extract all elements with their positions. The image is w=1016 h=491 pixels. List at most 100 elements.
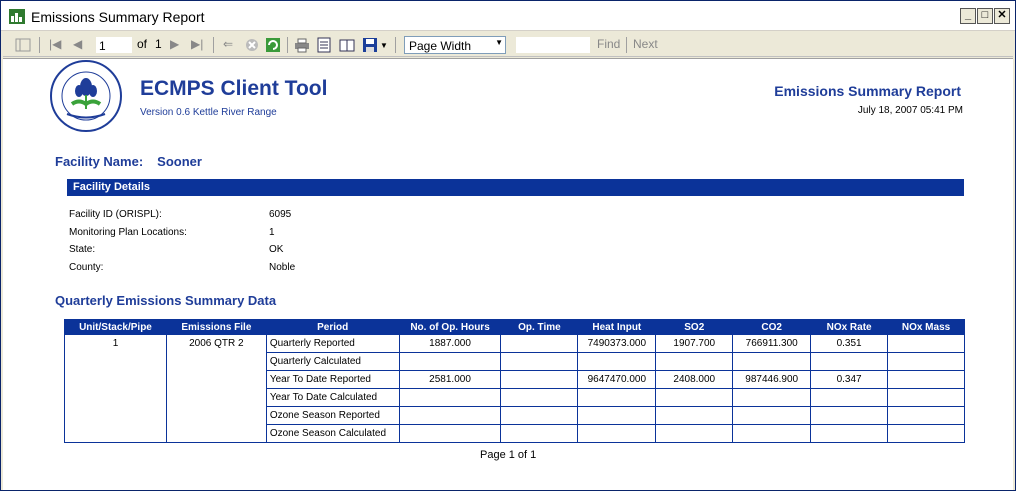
optime-cell [500,370,579,389]
heat-cell [577,424,657,443]
window-title: Emissions Summary Report [31,9,205,25]
back-icon[interactable]: ⇐ [223,37,233,53]
co2-cell [732,388,812,407]
hours-cell: 2581.000 [398,370,502,389]
report-app-icon [9,9,25,24]
close-button[interactable]: ✕ [994,8,1010,24]
period-cell: Year To Date Calculated [265,388,400,407]
detail-value: 1 [269,227,275,238]
period-cell: Quarterly Calculated [265,352,400,371]
heat-cell: 7490373.000 [577,334,657,353]
so2-cell: 2408.000 [655,370,734,389]
so2-cell [655,424,734,443]
maximize-button[interactable]: □ [977,8,993,24]
hours-cell [398,424,502,443]
column-header: Heat Input [577,319,657,335]
report-toolbar: |◀ ◀ 1 of 1 ▶ ▶| ⇐ ▼ Page Width ▼ Find N… [3,33,1013,57]
column-header: SO2 [655,319,734,335]
report-date: July 18, 2007 05:41 PM [857,105,963,116]
report-window: Emissions Summary Report _ □ ✕ |◀ ◀ 1 of… [0,0,1016,491]
previous-page-icon[interactable]: ◀ [73,37,82,53]
stop-icon[interactable] [244,37,260,53]
total-pages: 1 [155,37,162,51]
hours-cell [398,388,502,407]
column-header: NOx Mass [887,319,965,335]
refresh-icon[interactable] [265,37,281,53]
column-header: NOx Rate [810,319,889,335]
title-bar[interactable]: Emissions Summary Report _ □ ✕ [1,1,1015,31]
optime-cell [500,388,579,407]
co2-cell: 987446.900 [732,370,812,389]
page-setup-icon[interactable] [339,37,355,53]
unit-cell: 1 [64,334,167,443]
detail-label: County: [69,262,104,273]
noxmass-cell [887,406,965,425]
save-icon[interactable] [362,37,378,53]
co2-cell [732,352,812,371]
hours-cell [398,352,502,371]
next-page-icon[interactable]: ▶ [170,37,179,53]
heat-cell [577,406,657,425]
heat-cell: 9647470.000 [577,370,657,389]
noxmass-cell [887,388,965,407]
optime-cell [500,424,579,443]
last-page-icon[interactable]: ▶| [191,37,203,53]
facility-name-label: Facility Name: [55,154,144,169]
epa-seal-logo [50,60,122,132]
facility-name-value: Sooner [157,154,202,169]
column-header: CO2 [732,319,812,335]
page-number-input[interactable]: 1 [95,36,133,54]
table-header-row: Unit/Stack/Pipe Emissions File Period No… [64,319,965,335]
find-link[interactable]: Find [597,37,620,53]
so2-cell [655,352,734,371]
column-header: Op. Time [500,319,579,335]
noxmass-cell [887,370,965,389]
chevron-down-icon: ▼ [495,38,503,47]
detail-label: State: [69,244,96,255]
file-cell: 2006 QTR 2 [165,334,267,443]
next-link[interactable]: Next [633,37,658,53]
detail-label: Monitoring Plan Locations: [69,227,187,238]
optime-cell [500,352,579,371]
column-header: Unit/Stack/Pipe [64,319,167,335]
app-title: ECMPS Client Tool [140,77,328,100]
period-cell: Ozone Season Calculated [265,424,400,443]
of-label: of [137,37,148,51]
optime-cell [500,334,579,353]
facility-name: Facility Name: Sooner [55,154,202,169]
section-title: Quarterly Emissions Summary Data [55,293,277,308]
save-dropdown-icon[interactable]: ▼ [380,41,388,57]
noxrate-cell [810,352,889,371]
zoom-select[interactable]: Page Width ▼ [404,36,506,54]
so2-cell [655,388,734,407]
hours-cell: 1887.000 [398,334,502,353]
heat-cell [577,388,657,407]
first-page-icon[interactable]: |◀ [49,37,61,53]
period-cell: Ozone Season Reported [265,406,400,425]
document-map-icon[interactable] [15,37,31,53]
minimize-button[interactable]: _ [960,8,976,24]
noxrate-cell [810,424,889,443]
co2-cell [732,424,812,443]
noxmass-cell [887,424,965,443]
so2-cell: 1907.700 [655,334,734,353]
emissions-table: Unit/Stack/Pipe Emissions File Period No… [64,319,965,443]
facility-details-header: Facility Details [67,179,964,196]
column-header: Emissions File [165,319,267,335]
report-title: Emissions Summary Report [774,83,961,99]
noxrate-cell [810,406,889,425]
column-header: Period [265,319,400,335]
app-version: Version 0.6 Kettle River Range [140,107,277,118]
detail-value: Noble [269,262,296,273]
print-layout-icon[interactable] [316,37,332,53]
detail-value: OK [269,244,284,255]
noxrate-cell: 0.347 [810,370,889,389]
noxrate-cell: 0.351 [810,334,889,353]
period-cell: Year To Date Reported [265,370,400,389]
zoom-value: Page Width [409,39,472,53]
detail-label: Facility ID (ORISPL): [69,209,162,220]
print-icon[interactable] [294,37,310,53]
find-input[interactable] [515,36,591,54]
report-content: ECMPS Client Tool Version 0.6 Kettle Riv… [3,58,1013,490]
heat-cell [577,352,657,371]
